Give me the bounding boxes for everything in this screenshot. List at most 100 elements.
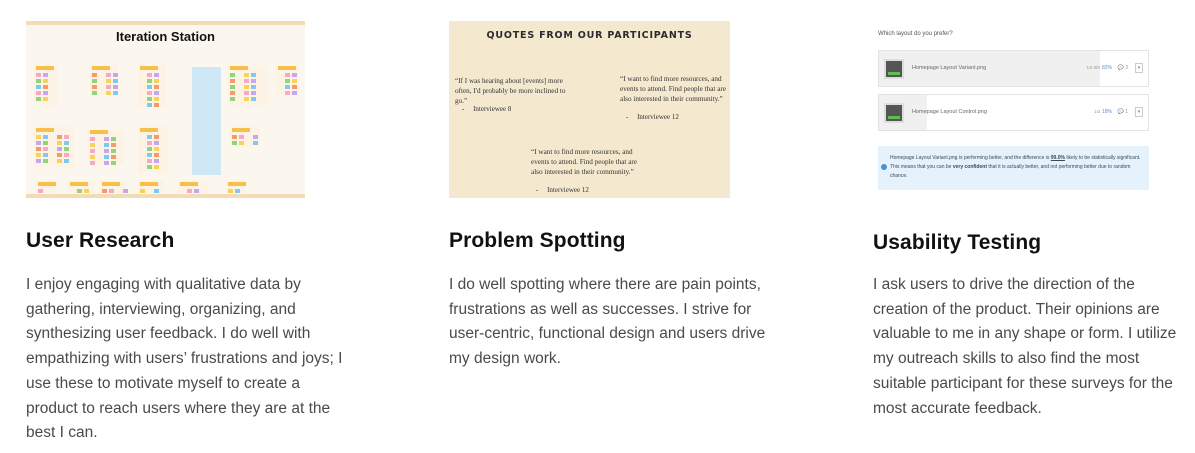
option-comments: 💬 1 bbox=[1117, 109, 1128, 115]
sticky-note bbox=[111, 137, 116, 141]
usability-test-thumbnail: Which layout do you prefer? Homepage Lay… bbox=[873, 21, 1149, 198]
sticky-note bbox=[43, 135, 48, 139]
sticky-note bbox=[36, 91, 41, 95]
board-group-label bbox=[90, 130, 108, 134]
board-group bbox=[228, 65, 268, 105]
sticky-note bbox=[43, 79, 48, 83]
sticky-note bbox=[57, 135, 62, 139]
board-bottom-strip bbox=[26, 194, 305, 198]
quotes-heading: QUOTES FROM OUR PARTICIPANTS bbox=[486, 30, 693, 41]
test-option-variant: Homepage Layout Variant.png 1st 5th 82% … bbox=[878, 50, 1149, 87]
sticky-note bbox=[104, 161, 109, 165]
sticky-note bbox=[253, 141, 258, 145]
sticky-note bbox=[147, 159, 152, 163]
card-description: I ask users to drive the direction of th… bbox=[873, 276, 1177, 417]
sticky-note bbox=[147, 103, 152, 107]
quote-2: “I want to find more resources, and even… bbox=[620, 75, 726, 103]
sticky-note bbox=[43, 91, 48, 95]
sticky-note bbox=[140, 189, 145, 193]
image-thumbnail-icon bbox=[884, 59, 904, 79]
board-group bbox=[178, 181, 208, 193]
sticky-note bbox=[36, 153, 41, 157]
sticky-note bbox=[292, 91, 297, 95]
sticky-note bbox=[106, 91, 111, 95]
sticky-note bbox=[292, 79, 297, 83]
sticky-note bbox=[244, 79, 249, 83]
board-group-label bbox=[38, 182, 56, 186]
board-group bbox=[230, 127, 260, 147]
board-highlight-column bbox=[192, 67, 221, 175]
sticky-note bbox=[36, 79, 41, 83]
quotes-thumbnail: QUOTES FROM OUR PARTICIPANTS “If I was h… bbox=[449, 21, 730, 198]
iteration-station-thumbnail: Iteration Station bbox=[26, 21, 305, 198]
option-name: Homepage Layout Control.png bbox=[912, 109, 987, 115]
sticky-note bbox=[57, 147, 62, 151]
board-group bbox=[34, 65, 58, 105]
sticky-note bbox=[113, 85, 118, 89]
sticky-note bbox=[147, 135, 152, 139]
board-group-label bbox=[232, 128, 250, 132]
sticky-note bbox=[36, 147, 41, 151]
sticky-note bbox=[147, 165, 152, 169]
sticky-note bbox=[77, 189, 82, 193]
card-description: I enjoy engaging with qualitative data b… bbox=[26, 276, 343, 442]
board-group-label bbox=[70, 182, 88, 186]
board-group-label bbox=[140, 66, 158, 70]
sticky-note bbox=[106, 73, 111, 77]
sticky-note bbox=[90, 137, 95, 141]
quote-1-attribution: - Interviewee 8 bbox=[462, 105, 512, 113]
card-title: Usability Testing bbox=[873, 231, 1042, 254]
sticky-note bbox=[285, 85, 290, 89]
sticky-note bbox=[43, 147, 48, 151]
sticky-note bbox=[154, 147, 159, 151]
sticky-note bbox=[285, 73, 290, 77]
sticky-note bbox=[84, 189, 89, 193]
sticky-note bbox=[147, 79, 152, 83]
sticky-note bbox=[244, 85, 249, 89]
sticky-note bbox=[239, 141, 244, 145]
board-group-label bbox=[102, 182, 120, 186]
sticky-note bbox=[292, 85, 297, 89]
sticky-note bbox=[43, 153, 48, 157]
chevron-down-icon: ▾ bbox=[1135, 63, 1143, 73]
sticky-note bbox=[36, 159, 41, 163]
board-group bbox=[138, 65, 166, 107]
sticky-note bbox=[147, 85, 152, 89]
sticky-note bbox=[36, 97, 41, 101]
result-text: Homepage Layout Variant.png is performin… bbox=[890, 155, 1141, 179]
sticky-note bbox=[251, 79, 256, 83]
sticky-note bbox=[147, 141, 152, 145]
sticky-note bbox=[43, 159, 48, 163]
sticky-note bbox=[36, 73, 41, 77]
sticky-note bbox=[90, 143, 95, 147]
sticky-note bbox=[230, 73, 235, 77]
option-votes: 1st 5th bbox=[1086, 65, 1100, 70]
sticky-note bbox=[92, 91, 97, 95]
sticky-note bbox=[147, 153, 152, 157]
board-group-label bbox=[140, 182, 158, 186]
board-top-strip bbox=[26, 21, 305, 25]
sticky-note bbox=[92, 85, 97, 89]
sticky-note bbox=[154, 97, 159, 101]
sticky-note bbox=[154, 79, 159, 83]
sticky-note bbox=[111, 143, 116, 147]
card-description: I do well spotting where there are pain … bbox=[449, 276, 766, 368]
image-thumbnail-icon bbox=[884, 103, 904, 123]
board-group bbox=[34, 127, 74, 167]
sticky-note bbox=[111, 149, 116, 153]
sticky-note bbox=[230, 97, 235, 101]
chevron-down-icon: ▾ bbox=[1135, 107, 1143, 117]
sticky-note bbox=[36, 135, 41, 139]
board-group-label bbox=[140, 128, 158, 132]
sticky-note bbox=[147, 147, 152, 151]
sticky-note bbox=[92, 79, 97, 83]
board-group-label bbox=[278, 66, 296, 70]
board-group bbox=[138, 127, 168, 173]
sticky-note bbox=[154, 141, 159, 145]
board-group bbox=[68, 181, 94, 193]
sticky-note bbox=[64, 159, 69, 163]
sticky-note bbox=[147, 97, 152, 101]
sticky-note bbox=[57, 141, 62, 145]
board-group bbox=[276, 65, 298, 95]
sticky-note bbox=[253, 135, 258, 139]
